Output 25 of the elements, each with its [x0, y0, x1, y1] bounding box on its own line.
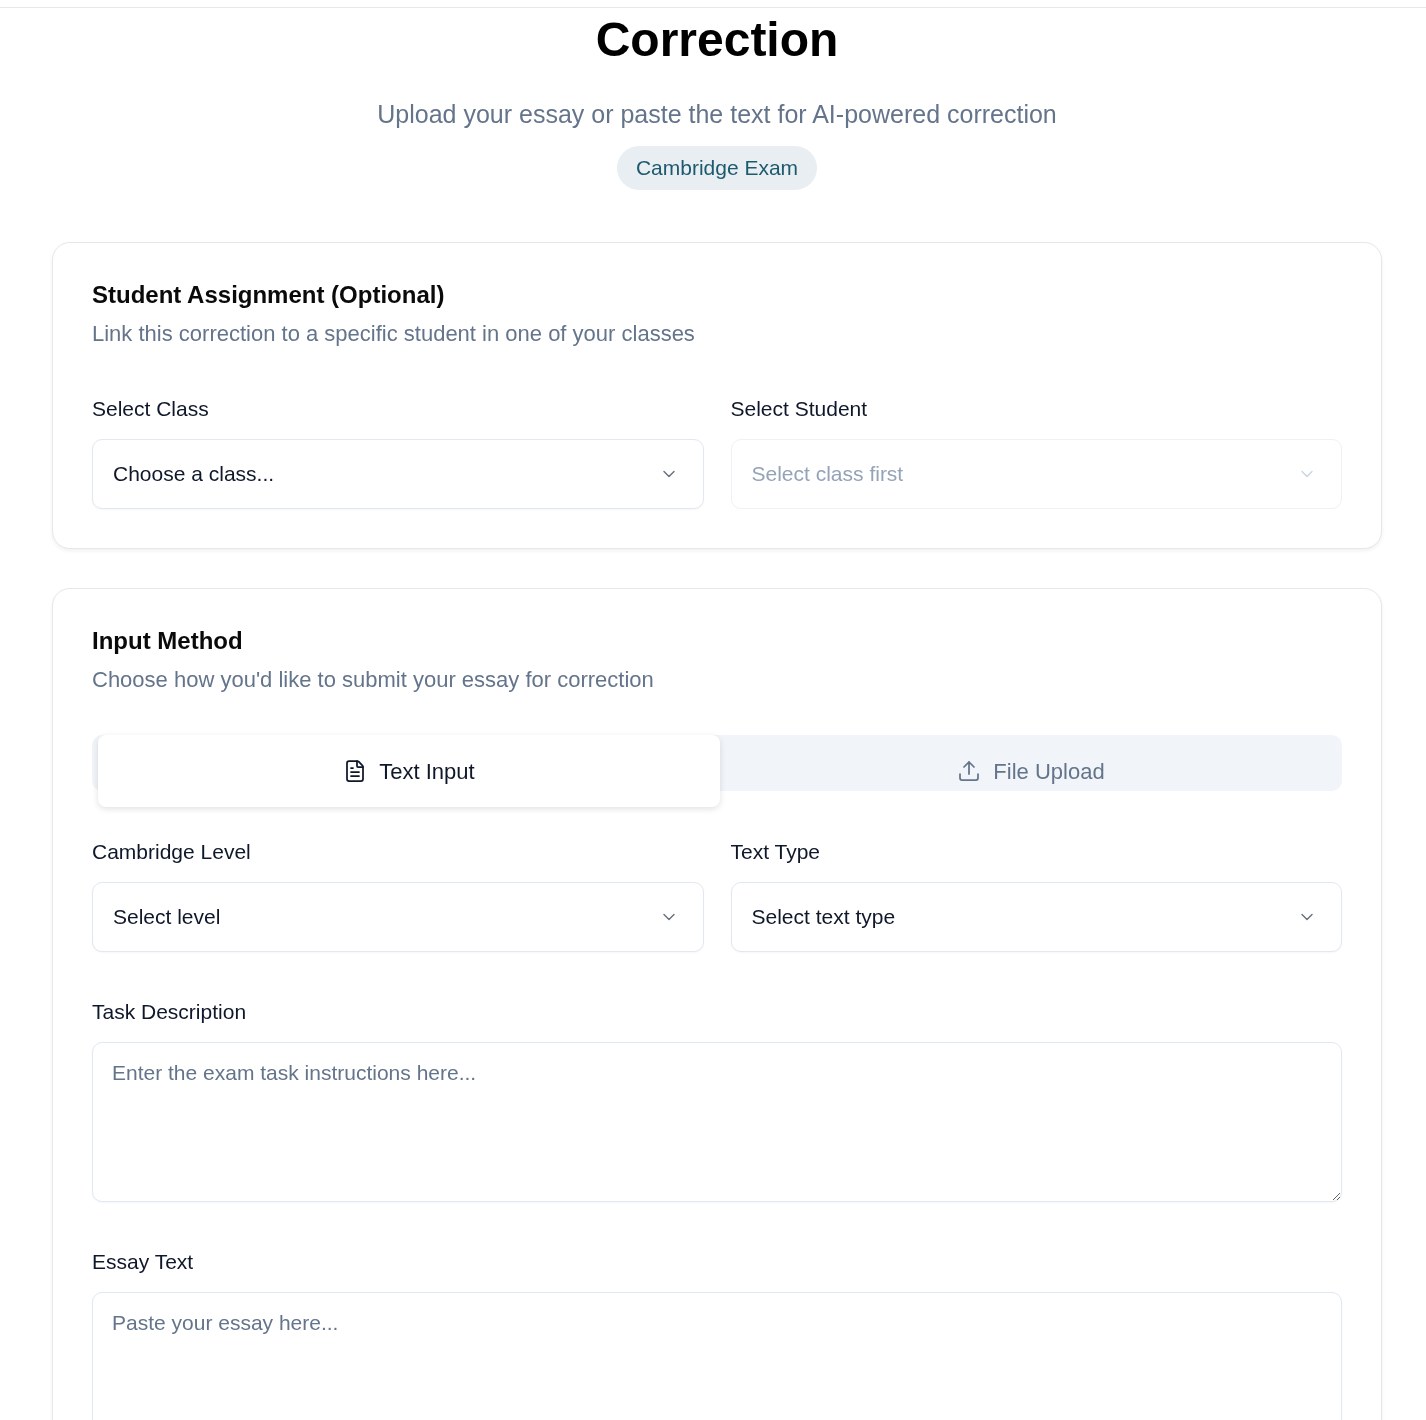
- dropdown-value: Select level: [113, 904, 221, 931]
- field-label: Task Description: [92, 999, 248, 1025]
- dropdown-field[interactable]: Select level: [92, 882, 704, 952]
- input-method-tab[interactable]: File Upload: [720, 743, 1342, 799]
- section-title: Input Method: [92, 626, 244, 656]
- exam-badge: Cambridge Exam: [616, 146, 818, 190]
- field-label: Select Class: [92, 396, 210, 422]
- section-description: Choose how you'd like to submit your essay for correction: [92, 666, 655, 694]
- upload-icon: [957, 759, 982, 783]
- field-label: Cambridge Level: [92, 839, 252, 865]
- input-method-tab[interactable]: Text Input: [98, 735, 720, 807]
- page-title: Correction: [595, 12, 839, 68]
- dropdown-field[interactable]: Select text type: [730, 882, 1342, 952]
- field-label: Essay Text: [92, 1249, 195, 1275]
- dropdown-value: Select text type: [751, 904, 896, 931]
- text-area-field[interactable]: Enter the exam task instructions here...: [92, 1042, 1342, 1202]
- field-label: Text Type: [730, 839, 821, 865]
- field-label: Select Student: [730, 396, 869, 422]
- dropdown-value: Choose a class...: [113, 461, 275, 488]
- section-description: Link this correction to a specific student in one of your classes: [92, 320, 696, 348]
- page-subtitle: Upload your essay or paste the text for AI-powered correction: [377, 99, 1057, 130]
- dropdown-value: Select class first: [751, 461, 904, 488]
- text-area-field[interactable]: Paste your essay here...: [92, 1292, 1342, 1420]
- section-title: Student Assignment (Optional): [92, 280, 446, 310]
- dropdown-field[interactable]: Choose a class...: [92, 439, 704, 509]
